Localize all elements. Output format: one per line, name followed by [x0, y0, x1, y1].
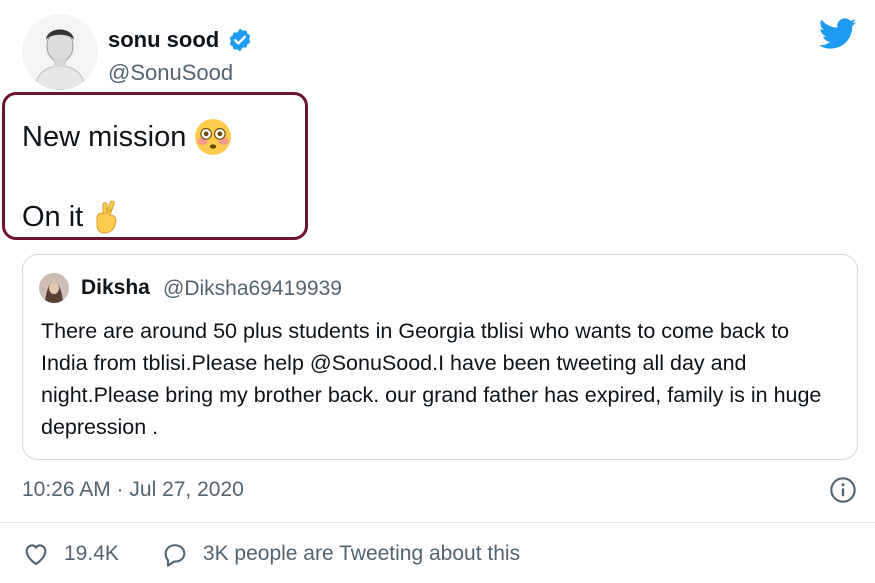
- tweet-text-line-2: On it: [22, 199, 121, 235]
- avatar[interactable]: [22, 14, 98, 90]
- twitter-bird-icon[interactable]: [819, 18, 857, 50]
- conversation-action[interactable]: 3K people are Tweeting about this: [161, 540, 520, 568]
- conversation-text[interactable]: 3K people are Tweeting about this: [203, 542, 520, 566]
- verified-badge-icon: [229, 28, 251, 52]
- author-handle[interactable]: @SonuSood: [108, 60, 233, 86]
- like-count[interactable]: 19.4K: [64, 542, 119, 566]
- divider: [0, 522, 875, 523]
- quoted-author-name[interactable]: Diksha: [81, 276, 150, 300]
- crossed-fingers-emoji-icon: [96, 200, 117, 234]
- like-action[interactable]: 19.4K: [22, 540, 119, 568]
- tweet-text-line-1: New mission: [22, 118, 232, 156]
- speech-bubble-icon[interactable]: [161, 540, 189, 568]
- tweet-actions: 19.4K 3K people are Tweeting about this: [22, 540, 562, 568]
- tweet-text-mission: New mission: [22, 120, 187, 153]
- author-name-text[interactable]: sonu sood: [108, 27, 219, 53]
- heart-icon[interactable]: [22, 540, 50, 568]
- quoted-avatar[interactable]: [39, 273, 69, 303]
- flushed-face-emoji-icon: [195, 119, 232, 155]
- quoted-author-handle[interactable]: @Diksha69419939: [163, 277, 342, 301]
- quoted-tweet[interactable]: Diksha @Diksha69419939 There are around …: [22, 254, 858, 460]
- tweet-text-on-it: On it: [22, 200, 84, 233]
- author-name[interactable]: sonu sood: [108, 27, 253, 53]
- tweet-timestamp[interactable]: 10:26 AM · Jul 27, 2020: [22, 478, 244, 502]
- quoted-tweet-text: There are around 50 plus students in Geo…: [41, 319, 822, 439]
- info-icon[interactable]: [829, 476, 857, 504]
